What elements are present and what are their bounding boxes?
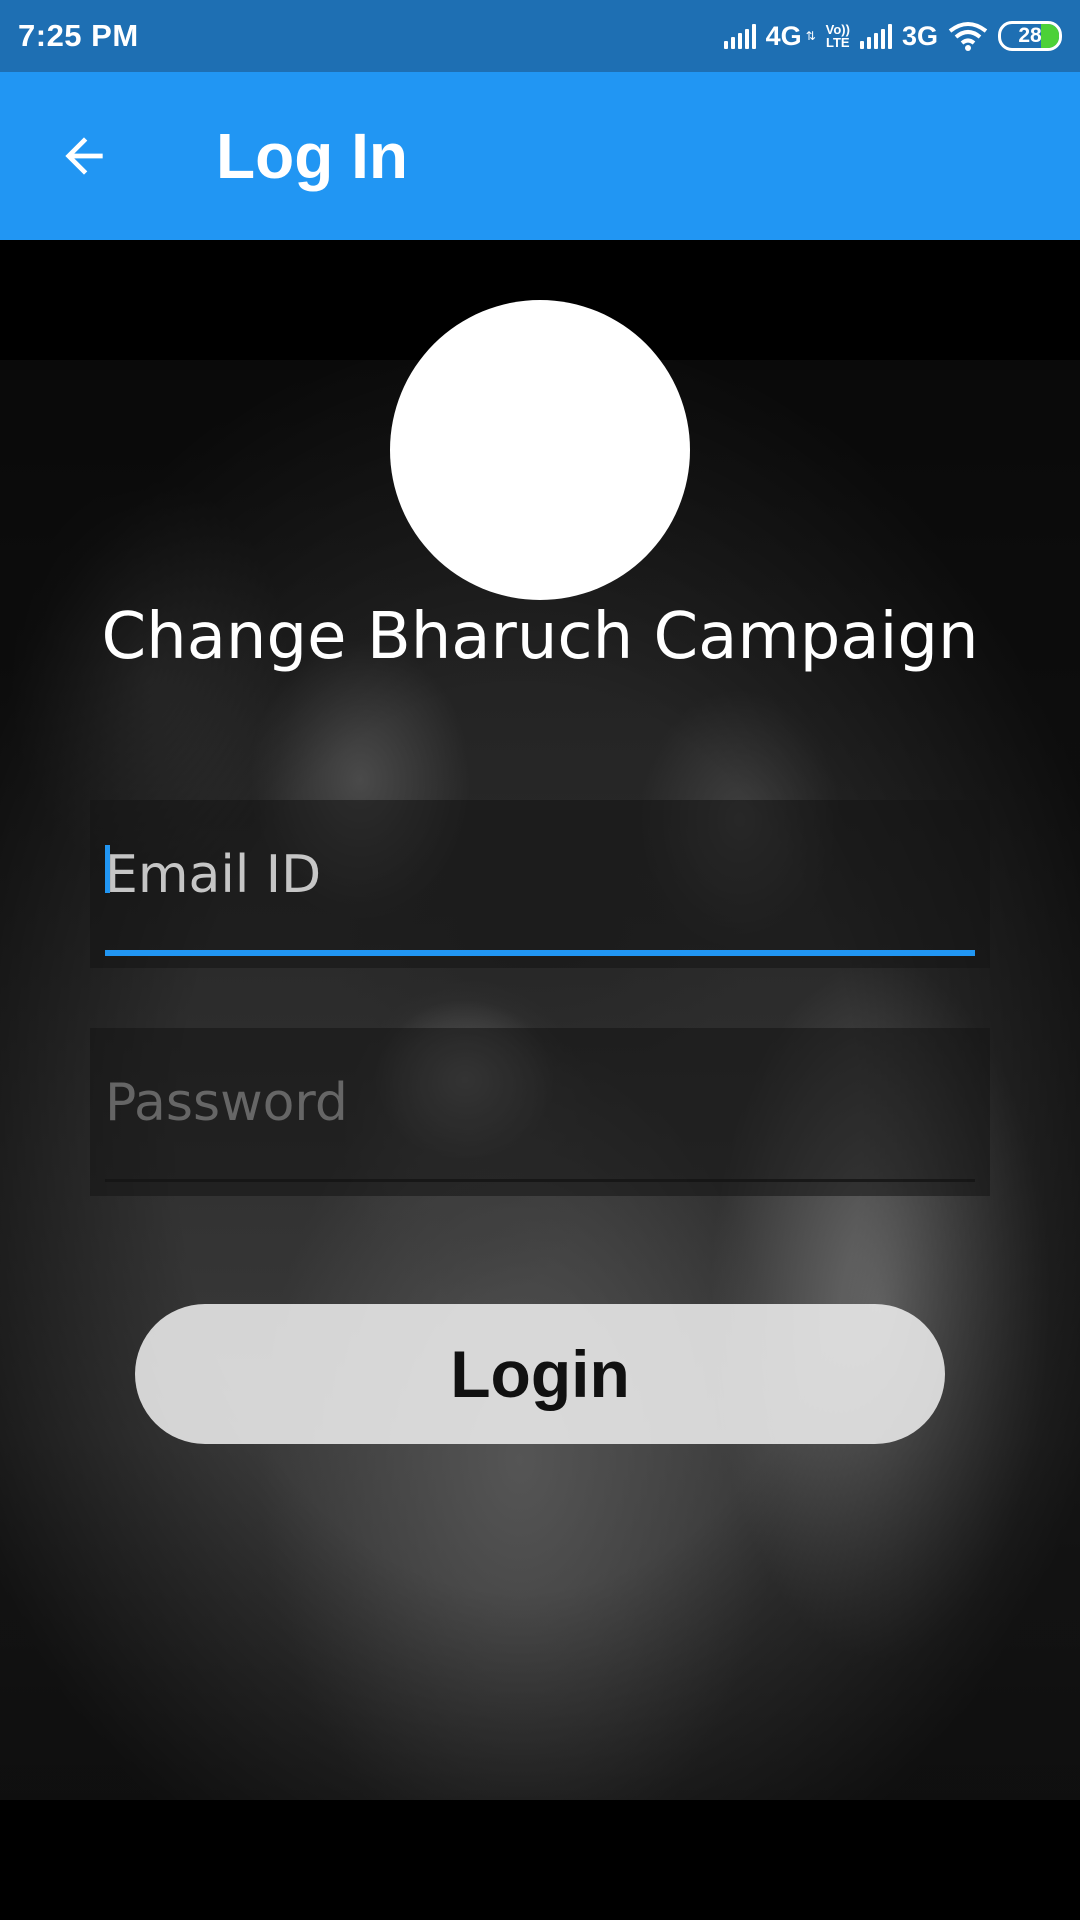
- signal-icon: [723, 23, 756, 49]
- back-button[interactable]: [24, 96, 144, 216]
- organization-title: Change Bharuch Campaign: [101, 600, 979, 674]
- password-field-container: [90, 1028, 990, 1196]
- logo-placeholder: [390, 300, 690, 600]
- page-title: Log In: [216, 120, 408, 192]
- password-field[interactable]: [105, 1058, 975, 1148]
- data-activity-icon: ⇅: [805, 29, 816, 43]
- email-field[interactable]: [105, 830, 975, 920]
- login-button[interactable]: Login: [135, 1304, 945, 1444]
- network-type-label: 4G: [765, 20, 802, 51]
- password-field-underline: [105, 1179, 975, 1182]
- battery-icon: 28: [998, 21, 1062, 51]
- app-bar: Log In: [0, 72, 1080, 240]
- status-time: 7:25 PM: [18, 18, 139, 53]
- signal-icon-2: [859, 23, 892, 49]
- network-type-label-2: 3G: [901, 20, 938, 51]
- volte-label-bottom: LTE: [826, 35, 850, 50]
- arrow-back-icon: [65, 137, 103, 175]
- login-content: Change Bharuch Campaign Login: [0, 240, 1080, 1800]
- status-icons: 4G ⇅ Vo)) LTE 3G 28: [723, 20, 1062, 52]
- wifi-icon: [948, 22, 988, 51]
- text-cursor: [105, 845, 110, 893]
- email-field-container: [90, 800, 990, 968]
- status-bar: 7:25 PM 4G ⇅ Vo)) LTE 3G 28: [0, 0, 1080, 72]
- battery-level-fill: [1041, 24, 1059, 48]
- battery-level: 28: [1018, 24, 1042, 47]
- volte-icon: Vo)) LTE: [826, 23, 850, 49]
- email-field-underline: [105, 950, 975, 956]
